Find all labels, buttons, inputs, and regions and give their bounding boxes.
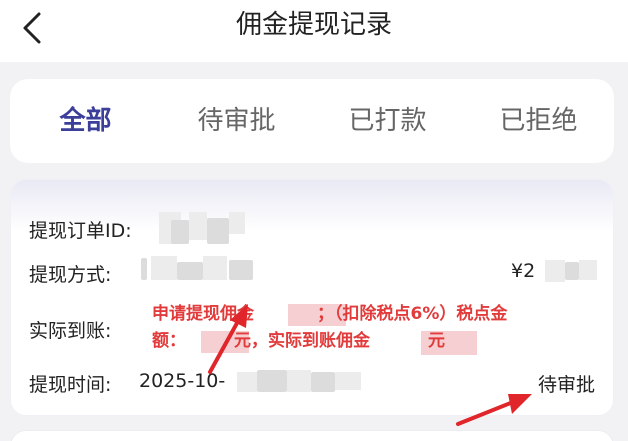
note-line2-part-a: 额： — [152, 331, 186, 351]
note-line1-part-b: ；（扣除税点6%）税点金 — [317, 304, 508, 324]
next-record-card[interactable] — [10, 430, 614, 441]
tab-all[interactable]: 全部 — [10, 79, 161, 163]
app-header: 佣金提现记录 — [0, 0, 628, 62]
tab-rejected[interactable]: 已拒绝 — [463, 79, 614, 163]
withdrawal-record-card[interactable]: 提现订单ID: 提现方式: ¥2 实际到账: 申请提现佣金 ；（扣除税点6%）税点… — [10, 179, 614, 416]
method-label: 提现方式: — [29, 264, 112, 286]
status-badge: 待审批 — [537, 374, 595, 396]
status-tabs: 全部 待审批 已打款 已拒绝 — [10, 79, 614, 163]
time-label: 提现时间: — [29, 374, 112, 396]
actual-received-label: 实际到账: — [29, 320, 112, 342]
tab-paid[interactable]: 已打款 — [312, 79, 463, 163]
order-id-label: 提现订单ID: — [29, 220, 132, 242]
amount-value: ¥2 — [511, 260, 536, 282]
page-title: 佣金提现记录 — [235, 10, 392, 40]
tab-pending[interactable]: 待审批 — [161, 79, 312, 163]
annotation-arrow-right-icon — [456, 394, 532, 426]
note-line2-part-c: 元 — [428, 331, 445, 351]
annotation-arrow-up-icon — [208, 304, 248, 374]
